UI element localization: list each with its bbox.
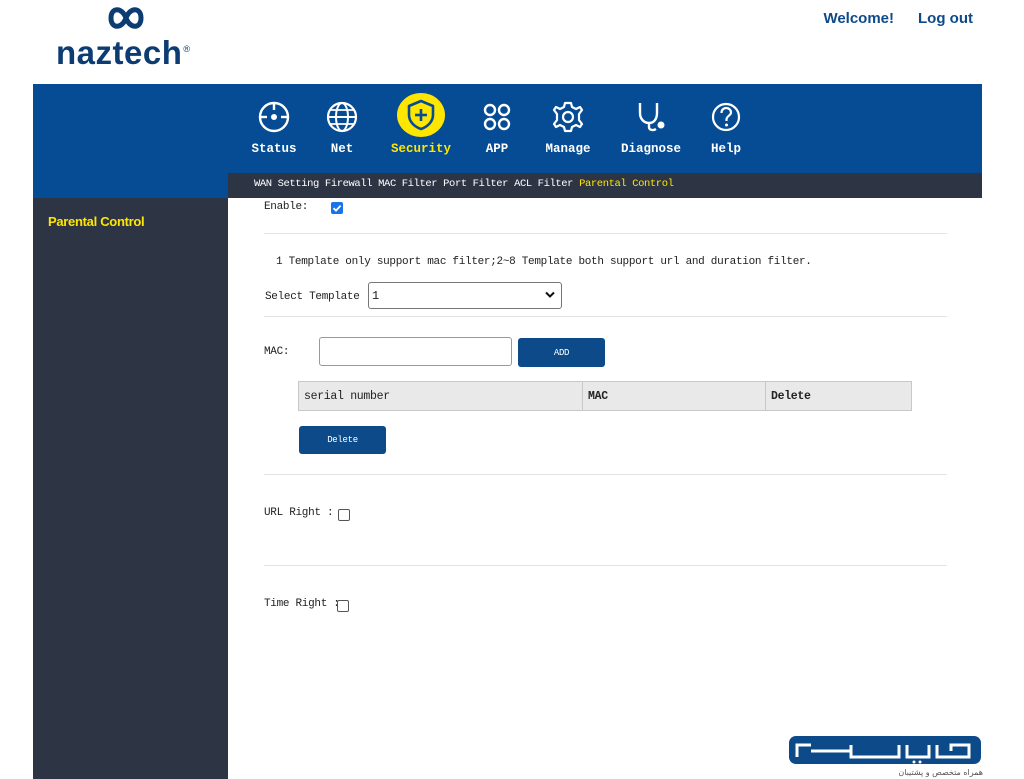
divider: [264, 316, 947, 317]
enable-label: Enable:: [264, 201, 309, 213]
gear-icon: [548, 97, 588, 137]
divider: [264, 474, 947, 475]
help-icon: [706, 97, 746, 137]
stethoscope-icon: [631, 97, 671, 137]
header-links: Welcome! Log out: [823, 10, 973, 27]
divider: [264, 565, 947, 566]
nav-item-app[interactable]: APP: [468, 97, 526, 156]
column-mac: MAC: [583, 382, 766, 410]
nav-item-net[interactable]: Net: [306, 97, 378, 156]
status-icon: [254, 97, 294, 137]
template-label: Select Template :: [265, 291, 373, 303]
globe-icon: [322, 97, 362, 137]
add-mac-button[interactable]: ADD: [518, 338, 605, 367]
time-right-label: Time Right :: [264, 598, 340, 610]
nav-item-diagnose[interactable]: Diagnose: [604, 97, 698, 156]
mac-label: MAC:: [264, 346, 290, 358]
nav-item-manage[interactable]: Manage: [532, 97, 604, 156]
main-nav: Status Net Security APP Manage Diagnose …: [248, 93, 754, 156]
delete-button[interactable]: Delete: [299, 426, 386, 454]
url-right-checkbox[interactable]: [338, 509, 350, 521]
subnav-firewall[interactable]: Firewall: [325, 178, 373, 190]
mac-input[interactable]: [319, 337, 512, 366]
watermark-tagline: همراه متخصص و پشتیبان: [898, 768, 983, 777]
logo-wordmark: naztech®: [56, 34, 191, 71]
url-right-label: URL Right :: [264, 507, 334, 519]
sidebar-item-parental-control[interactable]: Parental Control: [48, 214, 145, 229]
nav-label-status: Status: [251, 142, 297, 156]
nav-label-manage: Manage: [545, 142, 591, 156]
template-note: 1 Template only support mac filter;2~8 T…: [276, 256, 812, 268]
shield-plus-icon: [397, 93, 445, 137]
logout-link[interactable]: Log out: [918, 10, 973, 27]
nav-label-net: Net: [330, 142, 354, 156]
nav-label-diagnose: Diagnose: [620, 142, 681, 156]
subnav-port-filter[interactable]: Port Filter: [443, 178, 508, 190]
column-serial-number: serial number: [299, 382, 583, 410]
time-right-checkbox[interactable]: [337, 600, 349, 612]
nav-item-security[interactable]: Security: [378, 93, 464, 156]
subnav-parental-control[interactable]: Parental Control: [579, 178, 674, 190]
column-delete: Delete: [771, 389, 811, 403]
subnav-wan-setting[interactable]: WAN Setting: [254, 178, 319, 190]
logo-mark-icon: [108, 7, 144, 29]
nav-item-help[interactable]: Help: [698, 97, 754, 156]
template-select[interactable]: 1: [368, 282, 562, 309]
template-select-value: 1: [372, 289, 379, 303]
enable-checkbox[interactable]: [331, 202, 343, 214]
nav-label-help: Help: [710, 142, 741, 156]
mac-table-header: serial number MAC Delete: [298, 381, 912, 411]
chevron-down-icon: [545, 291, 555, 298]
sidebar: Parental Control: [33, 198, 228, 779]
subnav-acl-filter[interactable]: ACL Filter: [514, 178, 573, 190]
subnav-mac-filter[interactable]: MAC Filter: [378, 178, 437, 190]
nav-label-security: Security: [390, 142, 451, 156]
parental-control-panel: Enable: 1 Template only support mac filt…: [228, 198, 982, 735]
divider: [264, 233, 947, 234]
naztech-logo: naztech®: [56, 4, 216, 72]
apps-icon: [477, 97, 517, 137]
nav-item-status[interactable]: Status: [248, 97, 300, 156]
welcome-link[interactable]: Welcome!: [823, 10, 894, 27]
nav-label-app: APP: [485, 142, 509, 156]
security-subnav: WAN Setting Firewall MAC Filter Port Fil…: [228, 173, 982, 198]
